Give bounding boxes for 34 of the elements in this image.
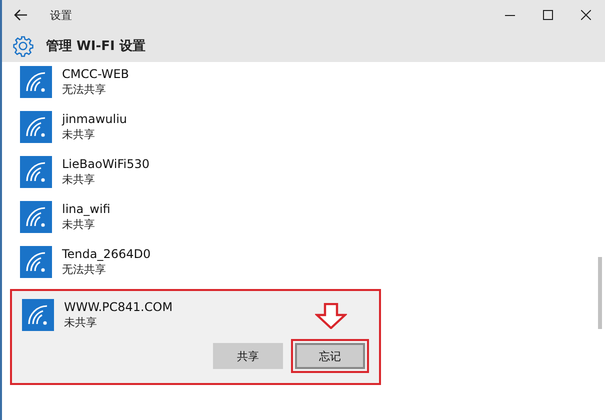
- settings-icon: [12, 35, 34, 57]
- network-name: WWW.PC841.COM: [64, 299, 173, 315]
- network-name: CMCC-WEB: [62, 66, 130, 82]
- sharing-status: 无法共享: [62, 82, 107, 98]
- down-arrow-icon: [315, 303, 347, 329]
- sharing-status: 未共享: [62, 127, 96, 143]
- network-item[interactable]: lina_wifi 未共享: [2, 201, 605, 233]
- back-icon[interactable]: [14, 9, 28, 21]
- wifi-icon: [20, 156, 52, 188]
- window-title: 设置: [50, 8, 73, 22]
- network-name: Tenda_2664D0: [62, 246, 151, 262]
- selected-network-panel[interactable]: WWW.PC841.COM 未共享 共享 忘记: [12, 291, 379, 383]
- sharing-status: 未共享: [62, 217, 96, 233]
- network-name: jinmawuliu: [62, 111, 128, 127]
- wifi-icon: [20, 66, 52, 98]
- close-icon: [581, 10, 591, 20]
- action-button[interactable]: 共享: [213, 343, 283, 369]
- sharing-status: 未共享: [62, 172, 96, 188]
- maximize-icon: [543, 10, 553, 20]
- page-title: 管理 WI-FI 设置: [46, 38, 146, 55]
- network-item[interactable]: CMCC-WEB 无法共享: [2, 66, 605, 98]
- network-name: lina_wifi: [62, 201, 110, 217]
- wifi-icon: [20, 246, 52, 278]
- wifi-icon: [22, 299, 54, 331]
- sharing-status: 无法共享: [62, 262, 107, 278]
- network-item[interactable]: Tenda_2664D0 无法共享: [2, 246, 605, 278]
- action-button[interactable]: 忘记: [295, 343, 365, 369]
- sharing-status: 未共享: [64, 315, 98, 331]
- network-name: LieBaoWiFi530: [62, 156, 150, 172]
- wifi-icon: [20, 111, 52, 143]
- wifi-icon: [20, 201, 52, 233]
- network-item[interactable]: jinmawuliu 未共享: [2, 111, 605, 143]
- network-item[interactable]: LieBaoWiFi530 未共享: [2, 156, 605, 188]
- scrollbar-thumb[interactable]: [598, 257, 602, 329]
